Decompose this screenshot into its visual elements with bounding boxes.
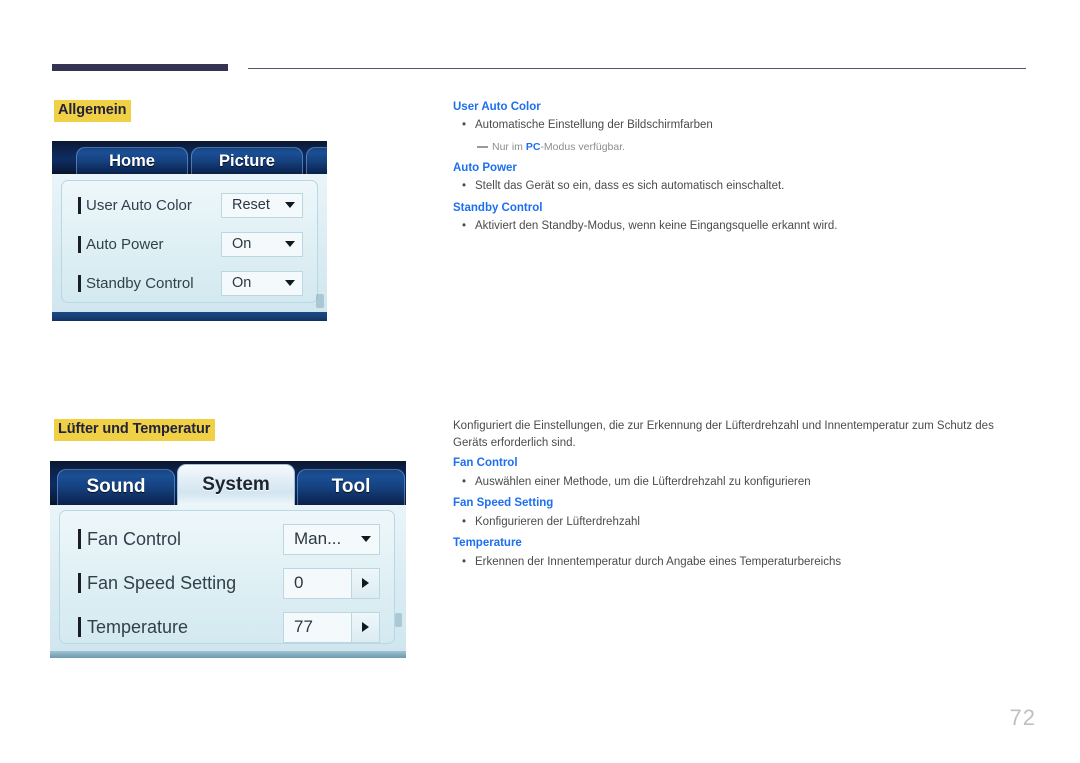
bullet-icon: • bbox=[461, 220, 467, 233]
page-number: 72 bbox=[1009, 705, 1036, 730]
desc-title-fan-control: Fan Control bbox=[453, 457, 518, 470]
osd-list: Fan Control Man... Fan Speed Setting 0 T… bbox=[59, 510, 395, 644]
chevron-right-icon[interactable] bbox=[351, 612, 379, 642]
osd-dropdown-user-auto-color[interactable]: Reset bbox=[221, 192, 303, 218]
chevron-right-icon[interactable] bbox=[351, 568, 379, 598]
osd-scrollbar-thumb[interactable] bbox=[395, 613, 402, 627]
osd-row-label: Temperature bbox=[87, 616, 189, 637]
osd-row-fan-control[interactable]: Fan Control Man... bbox=[60, 523, 394, 555]
osd-row-label: Fan Speed Setting bbox=[87, 572, 237, 593]
osd-dropdown-fan-control[interactable]: Man... bbox=[283, 523, 380, 555]
osd-dropdown-auto-power[interactable]: On bbox=[221, 231, 303, 257]
note-highlight: PC bbox=[525, 141, 541, 154]
chevron-down-icon[interactable] bbox=[278, 194, 302, 217]
desc-bullet-text: Aktiviert den Standby-Modus, wenn keine … bbox=[475, 220, 838, 233]
osd-tab-home[interactable]: Home bbox=[76, 147, 188, 174]
desc-title-fan-speed-setting: Fan Speed Setting bbox=[453, 497, 554, 510]
osd-tab-sound[interactable]: Sound bbox=[57, 469, 175, 505]
osd-value-text: Reset bbox=[232, 197, 270, 213]
bullet-icon: • bbox=[461, 555, 467, 568]
desc-title-temperature: Temperature bbox=[453, 537, 522, 550]
section-heading-luefter-und-temperatur: Lüfter und Temperatur bbox=[54, 419, 216, 441]
osd-value-text: On bbox=[232, 275, 252, 291]
osd-footer-bar bbox=[52, 312, 327, 321]
desc-bullet-text: Automatische Einstellung der Bildschirmf… bbox=[475, 119, 713, 132]
desc-note-pc-mode: Nur im PC-Modus verfügbar. bbox=[453, 140, 1028, 155]
header-rule-thin bbox=[248, 68, 1026, 69]
desc-title-auto-power: Auto Power bbox=[453, 161, 517, 174]
osd-tab-tool[interactable]: Tool bbox=[297, 469, 405, 505]
osd-body: User Auto Color Reset Auto Power On Stan… bbox=[52, 174, 327, 321]
description-block-general: User Auto Color • Automatische Einstellu… bbox=[453, 100, 1028, 241]
osd-panel-system: Sound System Tool Fan Control Man... Fan… bbox=[50, 461, 406, 658]
description-block-fan: Konfiguriert die Einstellungen, die zur … bbox=[453, 418, 1028, 576]
osd-footer-bar bbox=[50, 651, 406, 658]
osd-tab-picture[interactable]: Picture bbox=[191, 147, 303, 174]
osd-tab-system[interactable]: System bbox=[177, 464, 295, 505]
osd-row-label: Auto Power bbox=[86, 235, 164, 253]
dash-icon bbox=[477, 146, 488, 149]
desc-bullet-fan-control: • Auswählen einer Methode, um die Lüfter… bbox=[453, 474, 1028, 491]
osd-value-text: Man... bbox=[294, 529, 342, 548]
desc-bullet-text: Stellt das Gerät so ein, dass es sich au… bbox=[475, 180, 785, 193]
osd-row-auto-power[interactable]: Auto Power On bbox=[62, 231, 317, 257]
desc-title-user-auto-color: User Auto Color bbox=[453, 101, 541, 113]
desc-bullet-auto-power: • Stellt das Gerät so ein, dass es sich … bbox=[453, 178, 1028, 195]
desc-intro-paragraph: Konfiguriert die Einstellungen, die zur … bbox=[453, 420, 994, 449]
desc-bullet-user-auto-color: • Automatische Einstellung der Bildschir… bbox=[453, 117, 1028, 134]
osd-row-user-auto-color[interactable]: User Auto Color Reset bbox=[62, 192, 317, 218]
osd-row-fan-speed-setting[interactable]: Fan Speed Setting 0 bbox=[60, 567, 394, 599]
desc-bullet-fan-speed-setting: • Konfigurieren der Lüfterdrehzahl bbox=[453, 514, 1028, 531]
osd-row-temperature[interactable]: Temperature 77 bbox=[60, 611, 394, 643]
osd-panel-general: Home Picture User Auto Color Reset Auto … bbox=[52, 141, 327, 321]
osd-body: Fan Control Man... Fan Speed Setting 0 T… bbox=[50, 505, 406, 658]
desc-bullet-text: Erkennen der Innentemperatur durch Angab… bbox=[475, 555, 842, 568]
bullet-icon: • bbox=[461, 475, 467, 488]
bullet-icon: • bbox=[461, 180, 467, 193]
desc-title-standby-control: Standby Control bbox=[453, 201, 543, 214]
header-rule-thick bbox=[52, 64, 228, 71]
chevron-down-icon[interactable] bbox=[278, 272, 302, 295]
osd-scrollbar-thumb[interactable] bbox=[316, 294, 324, 308]
desc-note-text: Nur im PC-Modus verfügbar. bbox=[492, 140, 1028, 155]
osd-dropdown-standby-control[interactable]: On bbox=[221, 270, 303, 296]
osd-row-label: Fan Control bbox=[87, 528, 182, 549]
note-before: Nur im bbox=[492, 141, 526, 154]
osd-value-text: 77 bbox=[294, 617, 313, 636]
osd-value-text: 0 bbox=[294, 573, 304, 592]
desc-bullet-standby-control: • Aktiviert den Standby-Modus, wenn kein… bbox=[453, 218, 1028, 235]
osd-value-text: On bbox=[232, 236, 252, 252]
osd-stepper-temperature[interactable]: 77 bbox=[283, 611, 380, 643]
osd-tab-bar: Sound System Tool bbox=[50, 461, 406, 505]
osd-tab-partial[interactable] bbox=[306, 147, 327, 174]
osd-row-label: Standby Control bbox=[86, 274, 194, 292]
bullet-icon: • bbox=[461, 515, 467, 528]
osd-list: User Auto Color Reset Auto Power On Stan… bbox=[61, 180, 318, 303]
bullet-icon: • bbox=[461, 119, 467, 132]
desc-bullet-text: Auswählen einer Methode, um die Lüfterdr… bbox=[475, 475, 811, 488]
note-after: -Modus verfügbar. bbox=[540, 141, 626, 154]
osd-tab-bar: Home Picture bbox=[52, 141, 327, 174]
osd-row-standby-control[interactable]: Standby Control On bbox=[62, 270, 317, 296]
chevron-down-icon[interactable] bbox=[352, 525, 379, 554]
osd-row-label: User Auto Color bbox=[86, 196, 192, 214]
desc-bullet-temperature: • Erkennen der Innentemperatur durch Ang… bbox=[453, 554, 1028, 571]
chevron-down-icon[interactable] bbox=[278, 233, 302, 256]
section-heading-allgemein: Allgemein bbox=[54, 100, 132, 122]
osd-stepper-fan-speed-setting[interactable]: 0 bbox=[283, 567, 380, 599]
desc-bullet-text: Konfigurieren der Lüfterdrehzahl bbox=[475, 515, 640, 528]
